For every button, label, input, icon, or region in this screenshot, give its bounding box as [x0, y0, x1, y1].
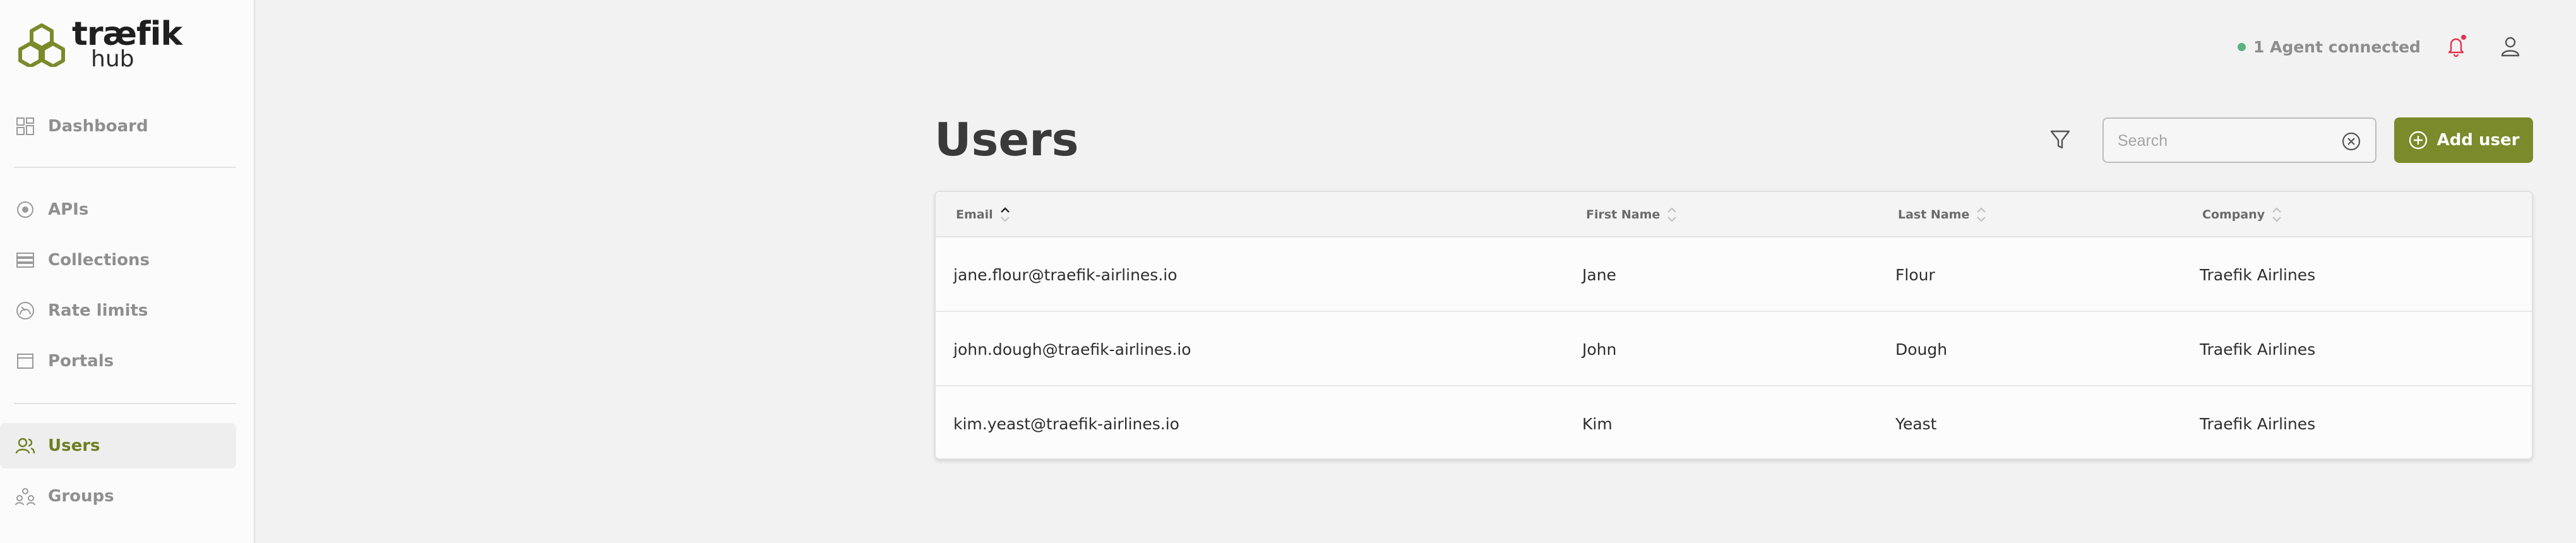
column-label: Email	[956, 208, 993, 222]
cell-last-name: Yeast	[1895, 414, 1937, 433]
page-title: Users	[934, 113, 1079, 166]
hexagon-logo-icon	[18, 23, 65, 67]
table-header: Email First Name Last Name Company	[936, 192, 2532, 237]
cell-first-name: John	[1582, 340, 1617, 359]
sidebar-item-collections[interactable]: Collections	[0, 237, 236, 283]
column-header-email[interactable]: Email	[956, 192, 1011, 237]
sidebar-item-rate-limits[interactable]: Rate limits	[0, 288, 236, 333]
dashboard-icon	[14, 115, 37, 138]
collections-icon	[14, 249, 37, 272]
cell-first-name: Kim	[1582, 414, 1613, 433]
sidebar-divider	[14, 403, 236, 404]
portal-icon	[14, 350, 37, 373]
cell-email: john.dough@traefik-airlines.io	[953, 340, 1191, 359]
sidebar: træfik hub Dashboard APIs Collections Ra…	[0, 0, 255, 543]
cell-company: Traefik Airlines	[2200, 414, 2316, 433]
sidebar-item-label: Dashboard	[48, 117, 148, 136]
sidebar-item-label: Groups	[48, 487, 114, 506]
api-icon	[14, 198, 37, 221]
sort-icon	[2272, 207, 2281, 222]
sort-icon	[1667, 207, 1677, 222]
cell-first-name: Jane	[1582, 265, 1616, 284]
table-row[interactable]: kim.yeast@traefik-airlines.io Kim Yeast …	[936, 386, 2532, 458]
cell-last-name: Dough	[1895, 340, 1948, 359]
sidebar-item-apis[interactable]: APIs	[0, 187, 236, 232]
search-input[interactable]	[2118, 128, 2332, 154]
sidebar-item-label: Rate limits	[48, 301, 148, 320]
sidebar-item-groups[interactable]: Groups	[0, 474, 236, 519]
cell-company: Traefik Airlines	[2200, 340, 2316, 359]
column-label: First Name	[1586, 208, 1661, 222]
status-dot-icon	[2238, 42, 2246, 51]
plus-circle-icon	[2409, 131, 2427, 150]
sidebar-item-label: Portals	[48, 352, 114, 371]
add-user-label: Add user	[2436, 131, 2520, 150]
agent-status-text: 1 Agent connected	[2253, 37, 2421, 56]
column-header-company[interactable]: Company	[2202, 192, 2282, 237]
clear-search-icon[interactable]	[2341, 131, 2361, 152]
search-box	[2102, 117, 2376, 163]
sidebar-item-users[interactable]: Users	[0, 423, 236, 468]
cell-email: jane.flour@traefik-airlines.io	[953, 265, 1178, 284]
add-user-button[interactable]: Add user	[2394, 117, 2533, 163]
agent-status: 1 Agent connected	[2238, 35, 2421, 58]
column-label: Last Name	[1898, 208, 1970, 222]
sort-ascending-icon	[1000, 207, 1010, 222]
groups-icon	[14, 485, 37, 508]
sidebar-item-label: Users	[48, 436, 100, 455]
column-header-last-name[interactable]: Last Name	[1898, 192, 1987, 237]
table-row[interactable]: john.dough@traefik-airlines.io John Doug…	[936, 312, 2532, 386]
filter-icon[interactable]	[2046, 125, 2075, 154]
sidebar-item-label: APIs	[48, 200, 89, 219]
rate-limit-icon	[14, 299, 37, 322]
user-menu-icon[interactable]	[2496, 33, 2524, 61]
users-table: Email First Name Last Name Company jane.…	[934, 191, 2533, 460]
traefik-hub-logo[interactable]: træfik hub	[16, 16, 182, 73]
sort-icon	[1977, 207, 1986, 222]
sidebar-divider	[14, 167, 236, 168]
sidebar-item-portals[interactable]: Portals	[0, 338, 236, 384]
column-header-first-name[interactable]: First Name	[1586, 192, 1678, 237]
sidebar-item-dashboard[interactable]: Dashboard	[0, 104, 236, 149]
notification-bell-icon[interactable]	[2442, 32, 2470, 59]
column-label: Company	[2202, 208, 2265, 222]
cell-company: Traefik Airlines	[2200, 265, 2316, 284]
cell-last-name: Flour	[1895, 265, 1935, 284]
cell-email: kim.yeast@traefik-airlines.io	[953, 414, 1179, 433]
sidebar-item-label: Collections	[48, 251, 150, 270]
users-icon	[14, 434, 37, 457]
table-row[interactable]: jane.flour@traefik-airlines.io Jane Flou…	[936, 237, 2532, 312]
brand-sub: hub	[91, 46, 134, 72]
